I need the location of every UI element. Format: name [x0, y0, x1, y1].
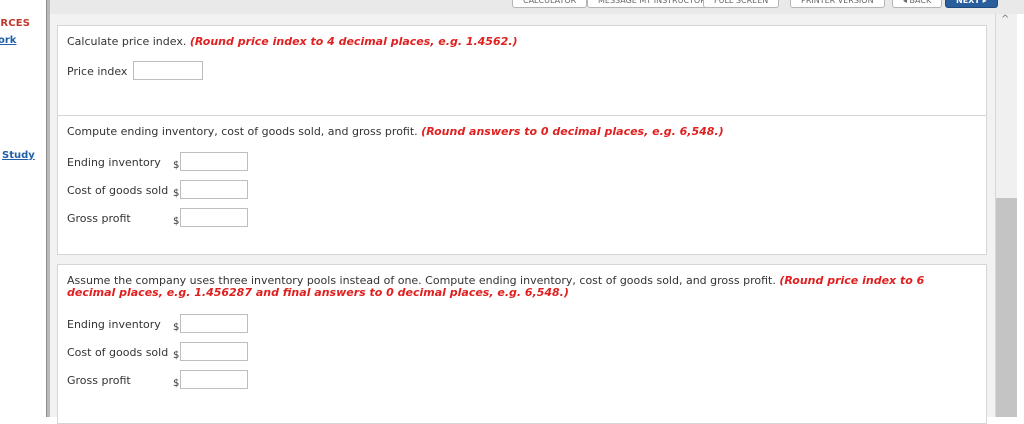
currency-symbol: $ [173, 378, 180, 389]
cost-of-goods-sold-input[interactable] [180, 180, 248, 199]
single-pool-prompt: Compute ending inventory, cost of goods … [67, 126, 724, 138]
price-index-label: Price index [67, 65, 128, 78]
scrollbar-thumb[interactable] [996, 198, 1018, 417]
rounding-instruction: (Round answers to 0 decimal places, e.g.… [421, 125, 724, 138]
three-pools-prompt: Assume the company uses three inventory … [67, 275, 972, 299]
back-button[interactable]: ◂ BACK [892, 0, 943, 8]
resources-link[interactable]: ork [0, 35, 16, 46]
study-link[interactable]: Study [2, 150, 35, 161]
question-area: Calculate price index. (Round price inde… [50, 14, 995, 424]
resources-sidebar: URCES ork Study [0, 0, 46, 417]
cost-of-goods-sold-label: Cost of goods sold [67, 346, 169, 359]
gross-profit-label: Gross profit [67, 374, 131, 387]
calculator-button[interactable]: CALCULATOR [512, 0, 588, 8]
question-part-single-pool: Compute ending inventory, cost of goods … [57, 115, 987, 255]
price-index-input[interactable] [133, 61, 203, 80]
currency-symbol: $ [173, 188, 180, 199]
gross-profit-label: Gross profit [67, 212, 131, 225]
cost-of-goods-sold-label: Cost of goods sold [67, 184, 169, 197]
printer-version-button[interactable]: PRINTER VERSION [790, 0, 885, 8]
chevron-up-icon[interactable]: ^ [1001, 14, 1009, 25]
cost-of-goods-sold-input[interactable] [180, 342, 248, 361]
currency-symbol: $ [173, 160, 180, 171]
ending-inventory-label: Ending inventory [67, 318, 161, 331]
gross-profit-input[interactable] [180, 370, 248, 389]
question-part-three-pools: Assume the company uses three inventory … [57, 264, 987, 424]
full-screen-button[interactable]: FULL SCREEN [703, 0, 780, 8]
currency-symbol: $ [173, 216, 180, 227]
price-index-prompt: Calculate price index. (Round price inde… [67, 36, 517, 48]
rounding-instruction: (Round price index to 4 decimal places, … [189, 35, 518, 48]
ending-inventory-input[interactable] [180, 152, 248, 171]
message-instructor-button[interactable]: MESSAGE MY INSTRUCTOR [587, 0, 717, 8]
currency-symbol: $ [173, 350, 180, 361]
prompt-text: Compute ending inventory, cost of goods … [67, 125, 418, 138]
prompt-text: Calculate price index. [67, 35, 187, 48]
ending-inventory-input[interactable] [180, 314, 248, 333]
vertical-scrollbar[interactable]: ^ [995, 14, 1018, 417]
resources-title: URCES [0, 18, 31, 29]
currency-symbol: $ [173, 322, 180, 333]
top-toolbar: CALCULATOR MESSAGE MY INSTRUCTOR FULL SC… [50, 0, 1024, 15]
ending-inventory-label: Ending inventory [67, 156, 161, 169]
gross-profit-input[interactable] [180, 208, 248, 227]
next-button[interactable]: NEXT ▸ [945, 0, 998, 8]
window-edge [1017, 14, 1024, 417]
question-part-price-index: Calculate price index. (Round price inde… [57, 25, 987, 119]
